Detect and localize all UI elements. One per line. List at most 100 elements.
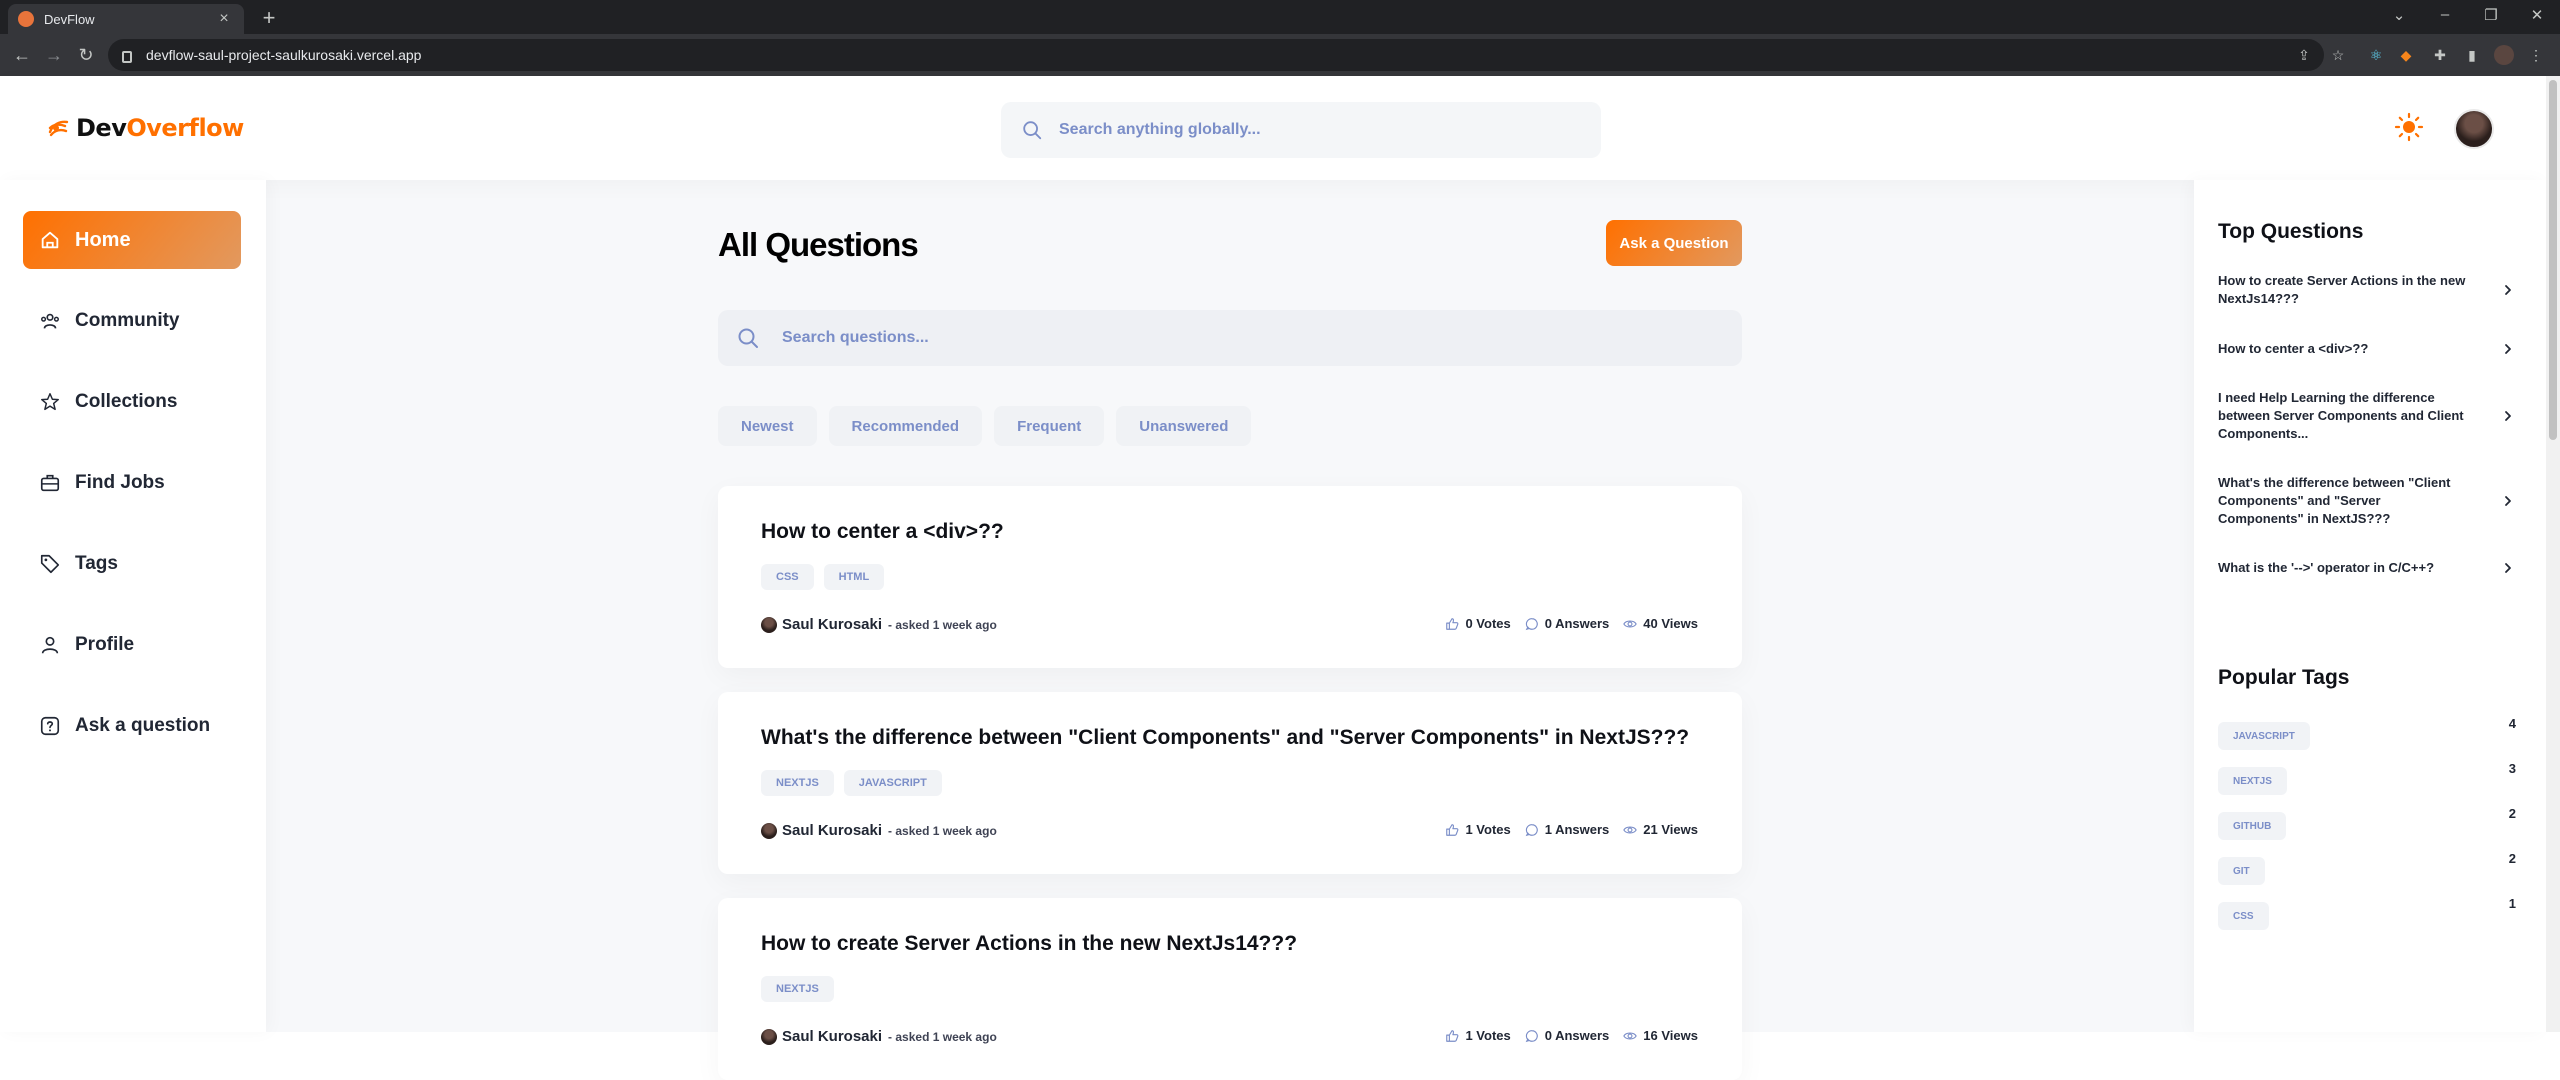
ask-question-button[interactable]: Ask a Question [1606, 220, 1742, 266]
address-bar[interactable]: devflow-saul-project-saulkurosaki.vercel… [108, 39, 2324, 71]
minimize-icon[interactable]: – [2430, 6, 2460, 23]
question-card[interactable]: What's the difference between "Client Co… [718, 692, 1742, 874]
filter-unanswered[interactable]: Unanswered [1116, 406, 1252, 446]
react-devtools-icon[interactable]: ⚛ [2366, 45, 2386, 65]
page-title: All Questions [718, 226, 919, 263]
question-author[interactable]: Saul Kurosaki - asked 1 week ago [761, 616, 997, 633]
top-question-item[interactable]: What is the '-->' operator in C/C++? [2218, 559, 2514, 577]
message-circle-icon [1525, 1029, 1538, 1042]
tab-search-chevron-icon[interactable]: ⌄ [2384, 6, 2414, 24]
reload-icon[interactable]: ↻ [74, 43, 98, 67]
restore-icon[interactable]: ❐ [2476, 6, 2506, 24]
sidebar-item-find-jobs[interactable]: Find Jobs [23, 454, 241, 512]
tab-close-icon[interactable]: × [214, 10, 234, 28]
sidebar-item-collections[interactable]: Collections [23, 373, 241, 431]
question-stats: 1 Votes 0 Answers 16 Views [1445, 1028, 1698, 1043]
page-scrollbar[interactable] [2546, 76, 2560, 1032]
browser-menu-icon[interactable]: ⋮ [2526, 45, 2546, 65]
top-question-item[interactable]: How to center a <div>?? [2218, 340, 2514, 358]
popular-tag[interactable]: CSS [2218, 902, 2269, 930]
sidebar-item-label: Tags [75, 553, 118, 574]
devflow-logo-icon [48, 120, 69, 137]
question-author[interactable]: Saul Kurosaki - asked 1 week ago [761, 1028, 997, 1045]
sidebar-item-label: Home [75, 228, 131, 251]
side-panel-icon[interactable]: ▮ [2462, 45, 2482, 65]
views-stat: 40 Views [1623, 616, 1698, 631]
bookmark-star-icon[interactable]: ☆ [2328, 45, 2348, 65]
eye-icon [1623, 619, 1638, 628]
tab-title: DevFlow [44, 11, 95, 27]
sidebar-item-label: Profile [75, 634, 135, 655]
top-questions-heading: Top Questions [2218, 220, 2364, 243]
sidebar-item-label: Ask a question [75, 715, 211, 736]
question-tag[interactable]: CSS [761, 564, 814, 590]
sidebar-item-community[interactable]: Community [23, 292, 241, 350]
filter-recommended[interactable]: Recommended [828, 406, 983, 446]
window-close-icon[interactable]: ✕ [2522, 6, 2552, 24]
share-icon[interactable]: ⇪ [2294, 45, 2314, 65]
top-question-item[interactable]: What's the difference between "Client Co… [2218, 474, 2514, 528]
answers-count: 0 Answers [1544, 616, 1610, 631]
question-card[interactable]: How to create Server Actions in the new … [718, 898, 1742, 1080]
popular-tag-row[interactable]: JAVASCRIPT 4 [2218, 716, 2516, 750]
question-tag[interactable]: NEXTJS [761, 770, 834, 796]
lock-icon [122, 51, 132, 63]
question-tag[interactable]: JAVASCRIPT [843, 770, 942, 796]
sidebar-item-ask-question[interactable]: Ask a question [23, 697, 241, 755]
top-question-text: What is the '-->' operator in C/C++? [2218, 560, 2435, 575]
question-author[interactable]: Saul Kurosaki - asked 1 week ago [761, 822, 997, 839]
popular-tag[interactable]: GIT [2218, 857, 2265, 885]
community-icon [41, 313, 59, 329]
question-search-input[interactable] [782, 329, 1682, 347]
chevron-right-icon [2505, 344, 2511, 354]
forward-arrow-icon[interactable]: → [42, 43, 66, 67]
popular-tag-row[interactable]: GITHUB 2 [2218, 806, 2516, 840]
filter-newest[interactable]: Newest [718, 406, 817, 446]
browser-tab[interactable]: DevFlow × [8, 4, 244, 34]
eye-icon [1623, 1031, 1638, 1040]
popular-tag[interactable]: NEXTJS [2218, 767, 2287, 795]
sidebar-item-home[interactable]: Home [23, 211, 241, 269]
question-tags: CSS HTML [761, 564, 885, 590]
filter-frequent[interactable]: Frequent [994, 406, 1105, 446]
thumbs-up-icon [1446, 617, 1459, 630]
logo[interactable]: DevOverflow [46, 114, 244, 142]
app-root: DevOverflow Home Comm [0, 76, 2546, 1080]
popular-tag-row[interactable]: GIT 2 [2218, 851, 2516, 885]
views-count: 16 Views [1643, 1028, 1698, 1043]
question-title[interactable]: What's the difference between "Client Co… [761, 726, 1689, 750]
sun-theme-icon[interactable] [2394, 112, 2424, 142]
scrollbar-thumb[interactable] [2549, 80, 2557, 440]
popular-tag[interactable]: GITHUB [2218, 812, 2287, 840]
global-search-input[interactable] [1059, 121, 1559, 139]
popular-tag[interactable]: JAVASCRIPT [2218, 722, 2310, 750]
popular-tag-row[interactable]: CSS 1 [2218, 896, 2516, 930]
new-tab-plus-icon[interactable]: + [256, 6, 282, 32]
author-avatar [761, 822, 777, 839]
url-text: devflow-saul-project-saulkurosaki.vercel… [146, 47, 422, 63]
global-search-bar[interactable] [1001, 102, 1601, 158]
popular-tag-row[interactable]: NEXTJS 3 [2218, 761, 2516, 795]
question-tag[interactable]: NEXTJS [761, 976, 834, 1002]
question-card[interactable]: How to center a <div>?? CSS HTML Saul Ku… [718, 486, 1742, 668]
author-name: Saul Kurosaki [782, 1028, 883, 1045]
popular-tag-count: 2 [2508, 806, 2516, 821]
extensions-puzzle-icon[interactable]: ✚ [2430, 45, 2450, 65]
top-question-item[interactable]: How to create Server Actions in the new … [2218, 272, 2514, 308]
sidebar-item-tags[interactable]: Tags [23, 535, 241, 593]
search-icon [738, 328, 758, 348]
question-title[interactable]: How to create Server Actions in the new … [761, 932, 1297, 956]
back-arrow-icon[interactable]: ← [10, 43, 34, 67]
metamask-fox-icon[interactable]: ◆ [2396, 45, 2416, 65]
chevron-right-icon [2505, 563, 2511, 573]
question-title[interactable]: How to center a <div>?? [761, 520, 1004, 544]
question-tag[interactable]: HTML [823, 564, 885, 590]
local-search-bar[interactable] [718, 310, 1742, 366]
logo-text-overflow: Overflow [126, 114, 244, 142]
profile-avatar-icon[interactable] [2494, 45, 2514, 65]
top-question-item[interactable]: I need Help Learning the difference betw… [2218, 389, 2514, 443]
user-avatar[interactable] [2454, 109, 2494, 149]
sidebar-item-profile[interactable]: Profile [23, 616, 241, 674]
answers-stat: 0 Answers [1525, 1028, 1609, 1043]
question-icon [40, 716, 60, 736]
